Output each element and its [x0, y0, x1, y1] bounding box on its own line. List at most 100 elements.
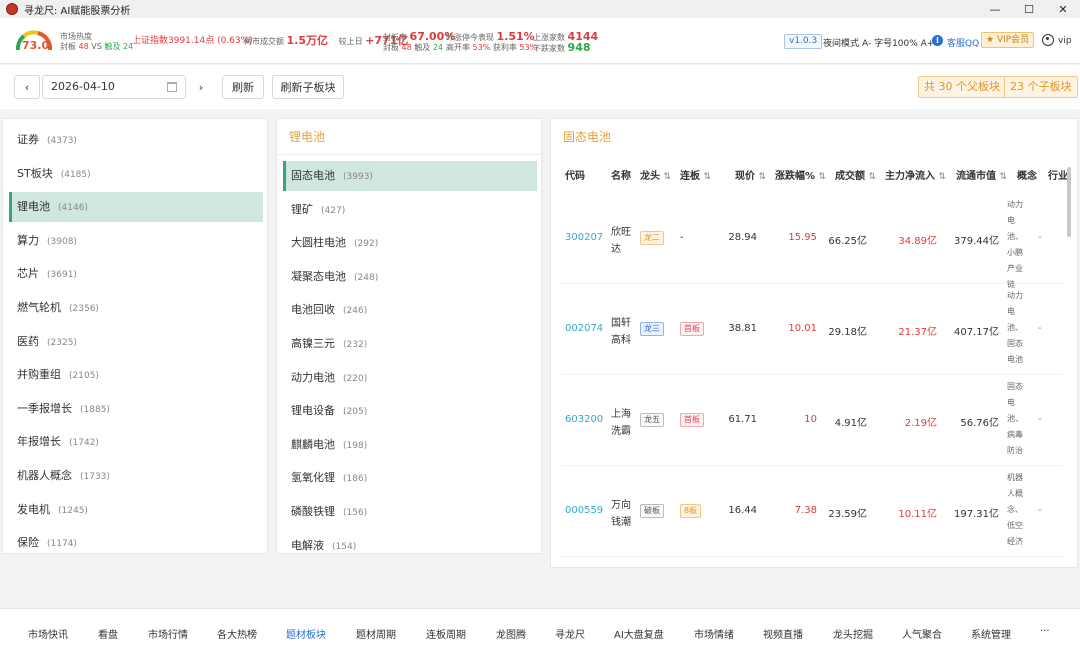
parent-sector-count[interactable]: 共 30 个父板块 [918, 76, 1006, 98]
sector-item[interactable]: 一季报增长 (1885) [9, 394, 263, 424]
industry-value: - [1038, 322, 1042, 334]
sub-sector-item[interactable]: 锂电设备 (205) [283, 396, 537, 426]
nav-item[interactable]: 系统管理 [971, 626, 1011, 641]
sector-count: (2356) [69, 304, 99, 314]
sector-item[interactable]: 证券 (4373) [9, 125, 263, 155]
sub-sector-item[interactable]: 动力电池 (220) [283, 363, 537, 393]
version-badge[interactable]: v1.0.3 [784, 34, 823, 49]
nav-item[interactable]: 人气聚合 [902, 626, 942, 641]
col-name[interactable]: 名称 [611, 163, 631, 191]
nav-item[interactable]: 寻龙尺 [555, 626, 585, 641]
sector-label: 证券 [17, 133, 39, 146]
col-streak[interactable]: 连板 ⇅ [680, 163, 711, 191]
sector-item[interactable]: 锂电池 (4146) [9, 192, 263, 223]
stock-name[interactable]: 万向钱潮 [611, 497, 637, 531]
child-sector-panel: 锂电池 固态电池 (3993) 锂矿 (427) 大圆柱电池 (292) 凝聚态电池 (248… [276, 118, 542, 554]
stock-code[interactable]: 603200 [565, 414, 603, 425]
sub-sector-item[interactable]: 氢氧化锂 (186) [283, 463, 537, 493]
nav-item[interactable]: 市场行情 [148, 626, 188, 641]
col-change[interactable]: 涨跌幅% ⇅ [775, 163, 826, 191]
sector-item[interactable]: 燃气轮机 (2356) [9, 293, 263, 323]
prev-date-button[interactable]: ‹ [14, 75, 40, 99]
nav-item[interactable]: 龙图腾 [496, 626, 526, 641]
child-sector-count[interactable]: 23 个子板块 [1004, 76, 1078, 98]
sub-sector-item[interactable]: 锂矿 (427) [283, 195, 537, 225]
service-qq-link[interactable]: 客服QQ [947, 36, 979, 49]
seal2-label: 封板 [383, 43, 399, 52]
user-icon[interactable] [1042, 34, 1054, 46]
next-date-button[interactable]: › [188, 75, 214, 99]
refresh-button[interactable]: 刷新 [222, 75, 264, 99]
sector-item[interactable]: 算力 (3908) [9, 226, 263, 256]
sector-item[interactable]: 并购重组 (2105) [9, 360, 263, 390]
date-picker-input[interactable]: 2026-04-10 [42, 75, 186, 99]
nav-item[interactable]: 题材周期 [356, 626, 396, 641]
up-label: 上涨家数 [533, 33, 565, 42]
col-volume[interactable]: 成交额 ⇅ [835, 163, 876, 191]
sector-item[interactable]: 芯片 (3691) [9, 259, 263, 289]
stock-row[interactable]: 603200 上海洗霸 龙五 首板 61.71 10 4.91亿 2.19亿 56.76亿 固态电… [561, 375, 1063, 466]
stock-row[interactable]: 300207 欣旺达 龙二 - 28.94 15.95 66.25亿 34.89亿 379.44… [561, 193, 1063, 289]
stock-row[interactable]: 002074 国轩高科 龙三 首板 38.81 10.01 29.18亿 21.37亿 407.… [561, 284, 1063, 375]
leader-badge: 龙三 [640, 321, 664, 336]
stock-name[interactable]: 欣旺达 [611, 224, 637, 258]
nav-item[interactable]: 看盘 [98, 626, 118, 641]
turnover-label: 两市成交额 [244, 37, 284, 46]
sector-label: 机器人概念 [17, 469, 72, 482]
font-size-control[interactable]: A- 字号100% A+ [862, 36, 934, 49]
stock-name[interactable]: 国轩高科 [611, 315, 637, 349]
stock-code[interactable]: 002074 [565, 323, 603, 334]
mcap-value: 379.44亿 [954, 235, 999, 247]
sub-sector-item[interactable]: 电解液 (154) [283, 531, 537, 553]
sector-item[interactable]: ST板块 (4185) [9, 159, 263, 189]
close-button[interactable]: ✕ [1046, 0, 1080, 18]
refresh-sub-button[interactable]: 刷新子板块 [272, 75, 344, 99]
stock-row[interactable]: 000559 万向钱潮 破板 8板 16.44 7.38 23.59亿 10.11亿 197.3… [561, 466, 1063, 557]
nav-item[interactable]: 连板周期 [426, 626, 466, 641]
nav-item[interactable]: ··· [1040, 626, 1050, 637]
user-name[interactable]: vip [1058, 36, 1072, 46]
sub-sector-item[interactable]: 磷酸铁锂 (156) [283, 497, 537, 527]
col-inflow[interactable]: 主力净流入 ⇅ [885, 163, 946, 191]
sub-sector-item[interactable]: 高镍三元 (232) [283, 329, 537, 359]
leader-badge: 破板 [640, 503, 664, 518]
sub-sector-item[interactable]: 固态电池 (3993) [283, 161, 537, 191]
night-mode-toggle[interactable]: 夜间模式 [823, 36, 859, 49]
table-scrollbar[interactable] [1067, 167, 1071, 237]
col-leader-label: 龙头 [640, 171, 660, 182]
col-mcap[interactable]: 流通市值 ⇅ [956, 163, 1007, 191]
col-volume-label: 成交额 [835, 171, 865, 182]
nav-item[interactable]: 龙头挖掘 [833, 626, 873, 641]
stock-code[interactable]: 300207 [565, 232, 603, 243]
sub-sector-count: (154) [332, 541, 357, 552]
volume-value: 29.18亿 [828, 326, 867, 338]
streak-badge: 首板 [680, 412, 704, 427]
sector-item[interactable]: 医药 (2325) [9, 327, 263, 357]
vip-member-button[interactable]: ★ VIP会员 [981, 32, 1035, 48]
sector-item[interactable]: 年报增长 (1742) [9, 427, 263, 457]
sub-sector-item[interactable]: 电池回收 (246) [283, 295, 537, 325]
maximize-button[interactable]: ☐ [1012, 0, 1046, 18]
sector-item[interactable]: 保险 (1174) [9, 528, 263, 553]
stock-code[interactable]: 000559 [565, 505, 603, 516]
volume-value: 66.25亿 [828, 235, 867, 247]
calendar-icon [167, 82, 177, 92]
sub-sector-item[interactable]: 麒麟电池 (198) [283, 430, 537, 460]
col-leader[interactable]: 龙头 ⇅ [640, 163, 671, 191]
sub-sector-item[interactable]: 大圆柱电池 (292) [283, 228, 537, 258]
nav-item[interactable]: 视频直播 [763, 626, 803, 641]
sector-item[interactable]: 机器人概念 (1733) [9, 461, 263, 491]
nav-item[interactable]: AI大盘复盘 [614, 626, 664, 641]
sort-icon: ⇅ [818, 172, 827, 182]
nav-item[interactable]: 各大热榜 [217, 626, 257, 641]
col-price[interactable]: 现价 ⇅ [735, 163, 766, 191]
nav-item[interactable]: 市场快讯 [28, 626, 68, 641]
col-code[interactable]: 代码 [565, 163, 585, 191]
stock-name[interactable]: 上海洗霸 [611, 406, 637, 440]
nav-item[interactable]: 题材板块 [286, 626, 326, 641]
seal2-count: 48 [401, 43, 412, 52]
minimize-button[interactable]: — [978, 0, 1012, 18]
sector-item[interactable]: 发电机 (1245) [9, 495, 263, 525]
sub-sector-item[interactable]: 凝聚态电池 (248) [283, 262, 537, 292]
nav-item[interactable]: 市场情绪 [694, 626, 734, 641]
